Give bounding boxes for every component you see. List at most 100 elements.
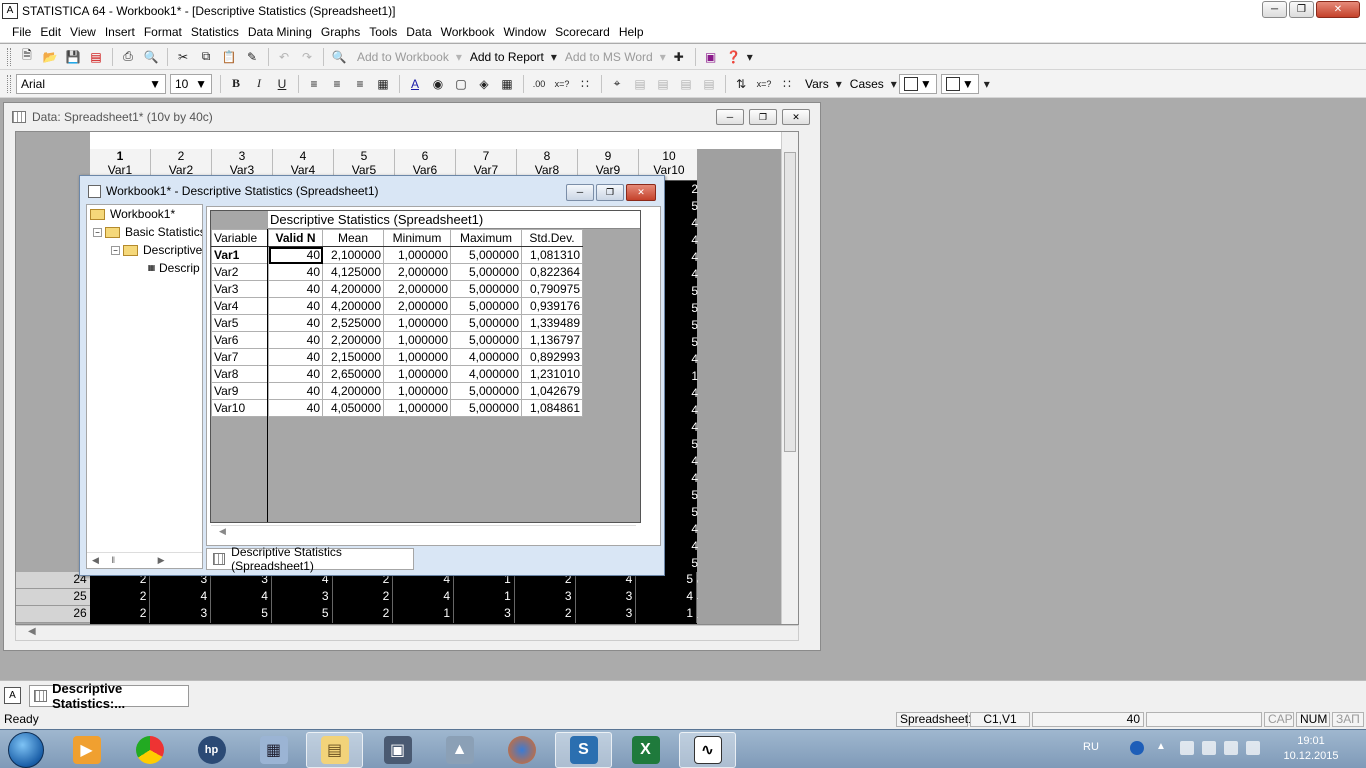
table-cell[interactable]: 40 [268, 382, 323, 400]
table-cell[interactable]: 4,200000 [322, 280, 384, 298]
row-variable-name[interactable]: Var5 [211, 314, 269, 332]
table-cell[interactable]: 1,339489 [521, 314, 583, 332]
language-indicator[interactable]: RU [1083, 741, 1099, 753]
table-cell[interactable]: 5,000000 [450, 314, 522, 332]
cases-grid-icon[interactable]: ∷ [776, 74, 798, 94]
row-header[interactable]: 25 [16, 589, 90, 606]
font-color-icon[interactable]: A [404, 74, 426, 94]
menu-data-mining[interactable]: Data Mining [248, 25, 312, 39]
book-icon[interactable]: ▣ [700, 47, 722, 67]
cell-value[interactable]: 4 [686, 420, 698, 437]
taskbar-chrome[interactable] [121, 732, 178, 768]
taskbar-hp[interactable]: hp [183, 732, 240, 768]
decimal-icon[interactable]: .00 [528, 74, 550, 94]
table-cell[interactable]: 40 [268, 314, 323, 332]
document-tab[interactable]: Descriptive Statistics:... [29, 681, 189, 711]
close-button[interactable]: ✕ [782, 109, 810, 125]
collapse-icon[interactable]: − [93, 227, 102, 237]
menu-format[interactable]: Format [144, 25, 182, 39]
font-family-select[interactable]: Arial ▼ [16, 73, 166, 94]
table-cell[interactable]: 2,000000 [383, 280, 451, 298]
taskbar-statistica-chart[interactable]: ∿ [679, 732, 736, 768]
cell-value[interactable]: 4 [686, 233, 698, 250]
table-cell[interactable]: 5,000000 [450, 263, 522, 281]
table-cell[interactable]: 1,084861 [521, 399, 583, 417]
table-cell[interactable]: 1,042679 [521, 382, 583, 400]
start-button[interactable] [8, 732, 44, 768]
tree-horizontal-scrollbar[interactable]: ◀ ‖ ▶ [87, 552, 202, 568]
taskbar-network[interactable]: ▲ [431, 732, 488, 768]
cell-value[interactable]: 4 [686, 267, 698, 284]
table-cell[interactable]: 40 [268, 331, 323, 349]
table-cell[interactable]: 4,050000 [322, 399, 384, 417]
underline-button[interactable]: U [271, 74, 293, 94]
help-icon[interactable] [1130, 741, 1144, 755]
table-cell[interactable]: 3 [150, 606, 212, 623]
table-tool-4-icon[interactable]: ▤ [675, 74, 697, 94]
table-cell[interactable]: 5,000000 [450, 382, 522, 400]
add-to-ms-word-button[interactable]: Add to MS Word [565, 50, 653, 64]
table-cell[interactable]: 5 [271, 606, 333, 623]
pdf-icon[interactable]: ▤ [85, 47, 107, 67]
row-variable-name[interactable]: Var6 [211, 331, 269, 349]
table-cell[interactable]: 1,000000 [383, 314, 451, 332]
table-cell[interactable]: 4 [393, 589, 455, 606]
open-folder-icon[interactable]: 📂 [39, 47, 61, 67]
vars-menu-button[interactable]: Vars [805, 77, 829, 91]
table-cell[interactable]: 5,000000 [450, 399, 522, 417]
copy-icon[interactable]: ⧉ [195, 47, 217, 67]
taskbar-media-player[interactable]: ▶ [58, 732, 115, 768]
cell-value[interactable]: 5 [686, 505, 698, 522]
cell-value[interactable]: 4 [686, 522, 698, 539]
row-variable-name[interactable]: Var3 [211, 280, 269, 298]
header-variable[interactable]: Variable [211, 229, 269, 247]
table-cell[interactable]: 5,000000 [450, 246, 522, 264]
table-cell[interactable]: 3 [514, 589, 576, 606]
table-cell[interactable]: 1 [393, 606, 455, 623]
cell-value[interactable]: 4 [686, 403, 698, 420]
table-cell[interactable]: 4,200000 [322, 297, 384, 315]
minimize-button[interactable]: ─ [566, 184, 594, 201]
table-cell[interactable]: 5,000000 [450, 297, 522, 315]
restore-button[interactable]: ❐ [1289, 1, 1314, 18]
redo-icon[interactable]: ↷ [296, 47, 318, 67]
restore-button[interactable]: ❐ [596, 184, 624, 201]
chevron-down-icon[interactable]: ▾ [983, 74, 991, 94]
cell-pattern-select[interactable]: ▼ [898, 73, 937, 94]
variables-icon[interactable]: x=? [753, 74, 775, 94]
border-icon[interactable]: ▢ [450, 74, 472, 94]
table-cell[interactable]: 1,081310 [521, 246, 583, 264]
cell-value[interactable]: 4 [686, 216, 698, 233]
collapse-icon[interactable]: − [111, 245, 120, 255]
device-icon[interactable] [1246, 741, 1260, 755]
cell-value[interactable]: 5 [686, 556, 698, 573]
restore-button[interactable]: ❐ [749, 109, 777, 125]
format-painter-icon[interactable]: ✎ [241, 47, 263, 67]
menu-tools[interactable]: Tools [369, 25, 397, 39]
table-cell[interactable]: 0,892993 [521, 348, 583, 366]
tree-node-descriptive-sheet[interactable]: ▦ Descrip [147, 259, 200, 277]
case-names-icon[interactable]: ∷ [574, 74, 596, 94]
table-cell[interactable]: 2,100000 [322, 246, 384, 264]
menu-help[interactable]: Help [619, 25, 644, 39]
table-cell[interactable]: 4,000000 [450, 365, 522, 383]
new-file-icon[interactable]: 🗎 [16, 47, 38, 67]
table-tool-icon[interactable]: ⌖ [606, 74, 628, 94]
table-tool-2-icon[interactable]: ▤ [629, 74, 651, 94]
table-cell[interactable]: 2,650000 [322, 365, 384, 383]
table-cell[interactable]: 1,000000 [383, 382, 451, 400]
sort-icon[interactable]: ⇅ [730, 74, 752, 94]
align-left-icon[interactable]: ≡ [303, 74, 325, 94]
results-vertical-scrollbar[interactable] [643, 213, 657, 519]
table-cell[interactable]: 40 [268, 365, 323, 383]
tag-icon[interactable]: ◈ [473, 74, 495, 94]
table-cell[interactable]: 4 [150, 589, 212, 606]
table-cell[interactable]: 4 [636, 589, 698, 606]
cell-value[interactable]: 5 [686, 335, 698, 352]
close-button[interactable]: ✕ [1316, 1, 1360, 18]
close-button[interactable]: ✕ [626, 184, 656, 201]
show-hidden-icons-icon[interactable]: ▲ [1156, 741, 1170, 755]
cell-value[interactable]: 4 [686, 250, 698, 267]
table-cell[interactable]: 2,200000 [322, 331, 384, 349]
table-cell[interactable]: 0,939176 [521, 297, 583, 315]
